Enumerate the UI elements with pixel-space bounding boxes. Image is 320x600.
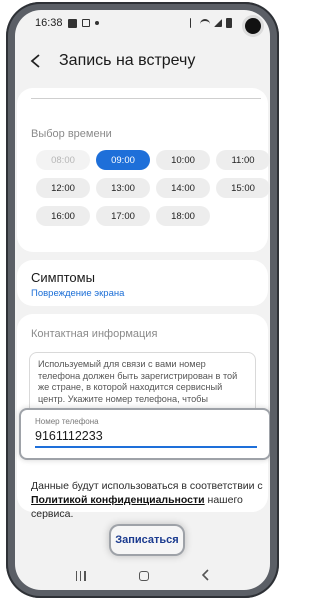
book-button[interactable]: Записаться bbox=[111, 526, 183, 554]
more-notifications-icon bbox=[94, 21, 99, 25]
navigation-bar bbox=[15, 562, 270, 590]
time-section-label: Выбор времени bbox=[31, 128, 112, 140]
home-icon[interactable] bbox=[138, 571, 149, 581]
contact-section-label: Контактная информация bbox=[31, 328, 158, 340]
notification-icon bbox=[67, 18, 77, 28]
signal-icon bbox=[214, 19, 222, 27]
gallery-notification-icon bbox=[81, 19, 90, 27]
screen: 16:38 Запись на встречу Выбор времени 08… bbox=[15, 10, 270, 590]
time-slot-1400[interactable]: 14:00 bbox=[156, 178, 210, 198]
time-slot-1700[interactable]: 17:00 bbox=[96, 206, 150, 226]
chevron-left-icon[interactable] bbox=[25, 50, 47, 72]
phone-field-underline bbox=[35, 446, 257, 448]
battery-icon bbox=[226, 18, 232, 28]
consent-text-before: Данные будут использоваться в соответств… bbox=[31, 480, 263, 492]
page-title: Запись на встречу bbox=[59, 52, 196, 69]
symptoms-card[interactable]: Симптомы Повреждение экрана bbox=[17, 260, 268, 306]
time-slot-1800[interactable]: 18:00 bbox=[156, 206, 210, 226]
mute-icon bbox=[190, 18, 196, 28]
phone-field-label: Номер телефона bbox=[35, 417, 99, 426]
recents-icon[interactable] bbox=[75, 571, 86, 581]
time-slot-1300[interactable]: 13:00 bbox=[96, 178, 150, 198]
time-slot-grid: 08:00 09:00 10:00 11:00 12:00 13:00 14:00 15:00… bbox=[36, 150, 270, 226]
status-time: 16:38 bbox=[35, 17, 63, 29]
phone-frame: 16:38 Запись на встречу Выбор времени 08… bbox=[6, 2, 279, 598]
phone-input[interactable]: 9161112233 bbox=[35, 429, 103, 443]
privacy-policy-link[interactable]: Политикой конфиденциальности bbox=[31, 494, 205, 506]
divider bbox=[31, 88, 261, 99]
app-header: Запись на встречу bbox=[15, 46, 270, 76]
phone-field[interactable]: Номер телефона 9161112233 bbox=[21, 410, 269, 458]
symptoms-value: Повреждение экрана bbox=[31, 288, 125, 299]
status-bar: 16:38 bbox=[15, 10, 270, 36]
time-slot-0800: 08:00 bbox=[36, 150, 90, 170]
consent-text: Данные будут использоваться в соответств… bbox=[31, 479, 270, 521]
front-camera bbox=[245, 18, 261, 34]
time-slot-1100[interactable]: 11:00 bbox=[216, 150, 270, 170]
back-nav-icon[interactable] bbox=[201, 568, 210, 584]
time-card: Выбор времени 08:00 09:00 10:00 11:00 12:00 1… bbox=[17, 88, 270, 252]
time-slot-1600[interactable]: 16:00 bbox=[36, 206, 90, 226]
symptoms-title: Симптомы bbox=[31, 270, 95, 285]
time-slot-1200[interactable]: 12:00 bbox=[36, 178, 90, 198]
wifi-icon bbox=[200, 19, 210, 27]
time-slot-1500[interactable]: 15:00 bbox=[216, 178, 270, 198]
time-slot-1000[interactable]: 10:00 bbox=[156, 150, 210, 170]
time-slot-0900[interactable]: 09:00 bbox=[96, 150, 150, 170]
